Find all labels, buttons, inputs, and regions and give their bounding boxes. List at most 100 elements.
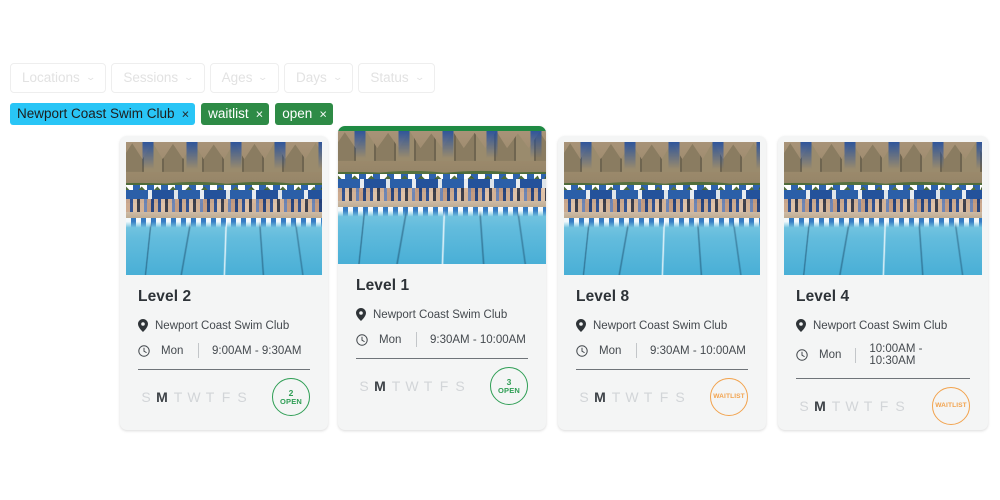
- class-card[interactable]: Level 2 Newport Coast Swim Club Mon 9:00AM …: [120, 136, 328, 430]
- day-letter: T: [831, 398, 841, 414]
- clock-icon: [356, 333, 368, 346]
- day-letter: W: [187, 389, 201, 405]
- divider: [636, 343, 637, 358]
- card-day-label: Mon: [379, 333, 402, 346]
- day-letter: F: [879, 398, 889, 414]
- class-card[interactable]: Level 1 Newport Coast Swim Club Mon 9:30AM …: [338, 126, 546, 430]
- map-pin-icon: [796, 319, 806, 332]
- close-icon[interactable]: ×: [256, 107, 264, 120]
- map-pin-icon: [576, 319, 586, 332]
- card-location-label: Newport Coast Swim Club: [593, 319, 728, 332]
- day-letter: T: [863, 398, 873, 414]
- active-filter-chips: Newport Coast Swim Club × waitlist × open ×: [10, 103, 333, 125]
- pool-photo: [784, 142, 982, 275]
- card-footer: S M T W T F S WAITLIST: [558, 370, 766, 424]
- clock-icon: [138, 344, 150, 357]
- card-location-label: Newport Coast Swim Club: [373, 308, 508, 321]
- card-schedule-row: Mon 10:00AM - 10:30AM: [796, 343, 970, 367]
- class-card[interactable]: Level 8 Newport Coast Swim Club Mon 9:30AM …: [558, 136, 766, 430]
- pool-photo: [338, 131, 546, 264]
- card-title: Level 2: [138, 288, 192, 305]
- card-day-label: Mon: [599, 344, 622, 357]
- filter-button-days[interactable]: Days ⌄: [284, 63, 354, 93]
- map-pin-icon: [138, 319, 148, 332]
- filter-chip-label: open: [282, 106, 313, 122]
- chevron-down-icon: ⌄: [413, 71, 425, 82]
- day-letter: T: [423, 378, 433, 394]
- card-location-row: Newport Coast Swim Club: [356, 308, 528, 321]
- close-icon[interactable]: ×: [182, 107, 190, 120]
- card-time-label: 9:30AM - 10:00AM: [650, 344, 746, 357]
- day-selector: SMTWTFS: [356, 378, 468, 394]
- day-selector: SMTWTFS: [138, 389, 250, 405]
- map-pin-icon: [356, 308, 366, 321]
- status-badge-label: WAITLIST: [935, 401, 967, 409]
- filter-chip-label: Newport Coast Swim Club: [17, 106, 175, 122]
- day-letter: S: [455, 378, 465, 394]
- clock-icon: [576, 344, 588, 357]
- status-badge-label: WAITLIST: [713, 392, 745, 400]
- card-thumbnail-wrap: [120, 136, 328, 275]
- day-letter: T: [611, 389, 621, 405]
- filter-button-label: Locations: [22, 70, 80, 86]
- filter-chip[interactable]: waitlist ×: [201, 103, 270, 125]
- card-body: Level 2 Newport Coast Swim Club Mon 9:00AM …: [120, 275, 328, 370]
- card-footer: S M T W T F S 3 OPEN: [338, 359, 546, 413]
- day-letter: F: [659, 389, 669, 405]
- status-badge-waitlist: WAITLIST: [932, 387, 970, 425]
- filter-button-label: Days: [296, 70, 327, 86]
- day-letter: M: [156, 389, 168, 405]
- divider: [198, 343, 199, 358]
- filter-chip[interactable]: open ×: [275, 103, 333, 125]
- day-letter: S: [675, 389, 685, 405]
- filter-button-locations[interactable]: Locations ⌄: [10, 63, 107, 93]
- filter-button-label: Ages: [221, 70, 253, 86]
- card-footer: S M T W T F S WAITLIST: [778, 379, 988, 430]
- day-letter: S: [579, 389, 589, 405]
- status-badge-label: OPEN: [279, 397, 303, 406]
- day-letter: T: [173, 389, 183, 405]
- class-card[interactable]: Level 4 Newport Coast Swim Club Mon 10:00AM…: [778, 136, 988, 430]
- day-letter: T: [205, 389, 215, 405]
- day-letter: M: [374, 378, 386, 394]
- card-location-row: Newport Coast Swim Club: [796, 319, 970, 332]
- day-letter: F: [221, 389, 231, 405]
- card-thumbnail-wrap: [558, 136, 766, 275]
- day-letter: W: [625, 389, 639, 405]
- pool-photo: [126, 142, 322, 275]
- status-badge-count: 3: [506, 376, 512, 387]
- chevron-down-icon: ⌄: [85, 71, 97, 82]
- filter-button-ages[interactable]: Ages ⌄: [209, 63, 279, 93]
- filter-button-sessions[interactable]: Sessions ⌄: [111, 63, 205, 93]
- filter-chip[interactable]: Newport Coast Swim Club ×: [10, 103, 196, 125]
- card-body: Level 4 Newport Coast Swim Club Mon 10:00AM…: [778, 275, 988, 379]
- day-letter: S: [237, 389, 247, 405]
- pool-photo: [564, 142, 760, 275]
- filter-button-label: Status: [370, 70, 409, 86]
- day-letter: S: [895, 398, 905, 414]
- card-title: Level 1: [356, 277, 410, 294]
- card-title: Level 8: [576, 288, 630, 305]
- day-letter: W: [405, 378, 419, 394]
- card-day-label: Mon: [161, 344, 184, 357]
- day-letter: M: [594, 389, 606, 405]
- status-badge-open: 3 OPEN: [490, 367, 528, 405]
- divider: [855, 347, 857, 363]
- card-schedule-row: Mon 9:30AM - 10:00AM: [356, 332, 528, 347]
- chevron-down-icon: ⌄: [183, 71, 195, 82]
- day-letter: T: [391, 378, 401, 394]
- card-location-label: Newport Coast Swim Club: [813, 319, 948, 332]
- card-location-label: Newport Coast Swim Club: [155, 319, 290, 332]
- day-letter: F: [439, 378, 449, 394]
- card-schedule-row: Mon 9:00AM - 9:30AM: [138, 343, 310, 358]
- clock-icon: [796, 349, 808, 361]
- card-body: Level 1 Newport Coast Swim Club Mon 9:30AM …: [338, 264, 546, 359]
- divider: [416, 332, 417, 347]
- status-badge-waitlist: WAITLIST: [710, 378, 748, 416]
- filter-bar: Locations ⌄ Sessions ⌄ Ages ⌄ Days ⌄ Status ⌄: [10, 63, 436, 93]
- close-icon[interactable]: ×: [319, 107, 327, 120]
- card-footer: S M T W T F S 2 OPEN: [120, 370, 328, 424]
- filter-button-status[interactable]: Status ⌄: [358, 63, 436, 93]
- day-letter: S: [359, 378, 369, 394]
- day-letter: T: [643, 389, 653, 405]
